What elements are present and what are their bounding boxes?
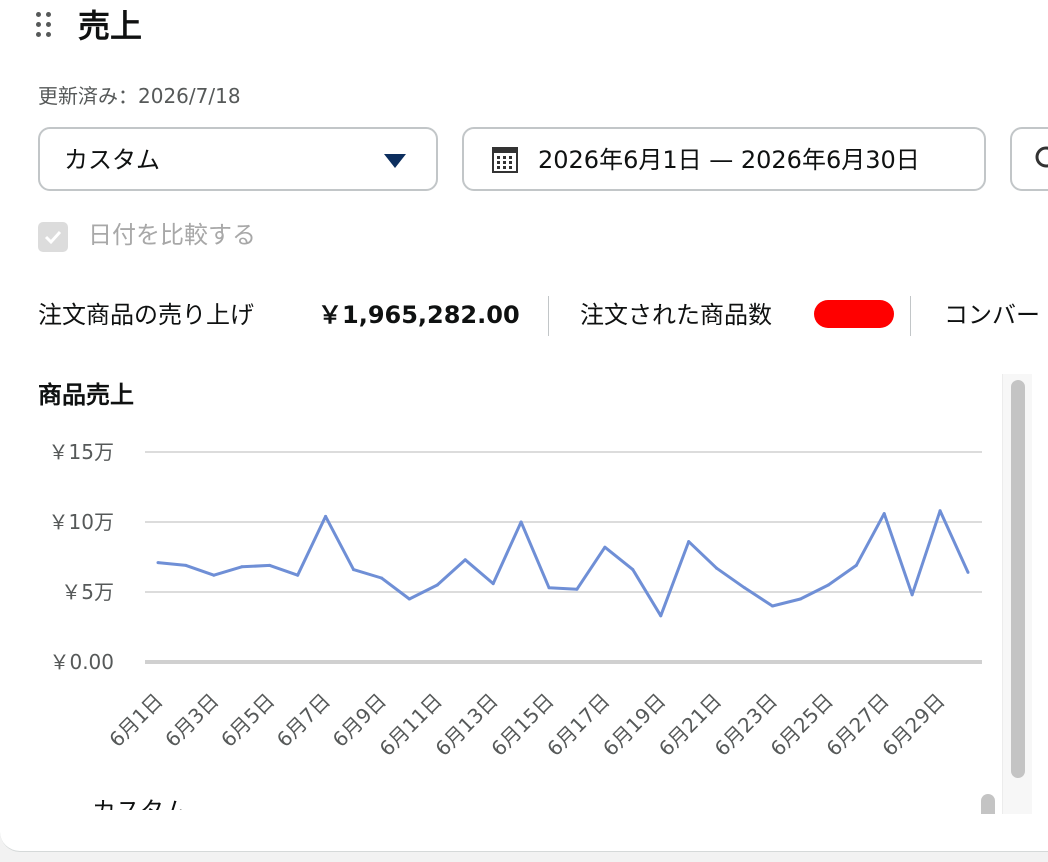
- data-point: [268, 563, 272, 567]
- y-tick-label: ￥5万: [61, 580, 114, 604]
- data-point: [435, 583, 439, 587]
- compare-dates-checkbox[interactable]: [38, 222, 68, 252]
- chevron-down-icon: [384, 154, 406, 168]
- checkmark-icon: [44, 230, 62, 245]
- data-point: [212, 573, 216, 577]
- x-tick-label: 6月7日: [272, 689, 335, 752]
- sales-line-chart: ￥0.00￥5万￥10万￥15万6月1日6月3日6月5日6月7日6月9日6月11…: [49, 440, 982, 761]
- data-point: [659, 614, 663, 618]
- redacted-value: [814, 300, 894, 328]
- date-range-picker[interactable]: 2026年6月1日 — 2026年6月30日: [462, 127, 986, 191]
- metric-sales-label: 注文商品の売り上げ: [38, 301, 254, 329]
- y-tick-label: ￥15万: [49, 440, 114, 464]
- x-tick-label: 6月5日: [216, 689, 279, 752]
- sales-card: 売上 更新済み：2026/7/18 カスタム 2026年6月1日 — 2026年…: [0, 0, 1048, 852]
- range-dropdown[interactable]: カスタム: [38, 127, 438, 191]
- data-point: [743, 586, 747, 590]
- data-point: [407, 597, 411, 601]
- data-point: [798, 597, 802, 601]
- data-point: [770, 604, 774, 608]
- metric-divider: [910, 296, 911, 336]
- page-title: 売上: [78, 7, 143, 45]
- chart-scrollbar-thumb[interactable]: [1011, 380, 1025, 778]
- y-tick-label: ￥10万: [49, 510, 114, 534]
- metric-units-label: 注文された商品数: [580, 301, 772, 329]
- updated-timestamp: 更新済み：2026/7/18: [38, 84, 241, 108]
- horizontal-scrollbar-thumb[interactable]: [981, 794, 995, 814]
- data-point: [910, 593, 914, 597]
- data-point: [379, 576, 383, 580]
- series-line: [157, 509, 970, 618]
- x-tick-label: 6月3日: [160, 689, 223, 752]
- data-point: [687, 540, 691, 544]
- data-point: [631, 568, 635, 572]
- range-dropdown-value: カスタム: [64, 146, 160, 174]
- metric-conversion-label: コンバー: [944, 301, 1040, 329]
- compare-dates-label: 日付を比較する: [88, 221, 256, 249]
- x-tick-label: 6月1日: [104, 689, 167, 752]
- data-point: [240, 565, 244, 569]
- data-point: [715, 566, 719, 570]
- date-range-value: 2026年6月1日 — 2026年6月30日: [538, 146, 920, 174]
- data-point: [826, 583, 830, 587]
- data-point: [156, 561, 160, 565]
- data-point: [603, 545, 607, 549]
- data-point: [324, 514, 328, 518]
- search-icon: [1035, 146, 1048, 168]
- drag-handle-icon[interactable]: [36, 12, 54, 42]
- data-point: [547, 586, 551, 590]
- y-tick-label: ￥0.00: [49, 650, 114, 674]
- legend-series-label: カスタム: [92, 796, 188, 810]
- data-point: [854, 563, 858, 567]
- data-point: [463, 558, 467, 562]
- data-point: [519, 520, 523, 524]
- data-point: [966, 570, 970, 574]
- data-point: [575, 587, 579, 591]
- search-field[interactable]: [1010, 127, 1048, 191]
- chart-title: 商品売上: [38, 381, 134, 409]
- calendar-icon: [492, 147, 518, 173]
- data-point: [882, 512, 886, 516]
- data-point: [296, 573, 300, 577]
- x-tick-label: 6月29日: [877, 689, 949, 761]
- data-point: [184, 563, 188, 567]
- metric-sales-value: ￥1,965,282.00: [318, 301, 520, 329]
- metric-divider: [548, 296, 549, 336]
- data-point: [491, 582, 495, 586]
- data-point: [352, 568, 356, 572]
- data-point: [938, 509, 942, 513]
